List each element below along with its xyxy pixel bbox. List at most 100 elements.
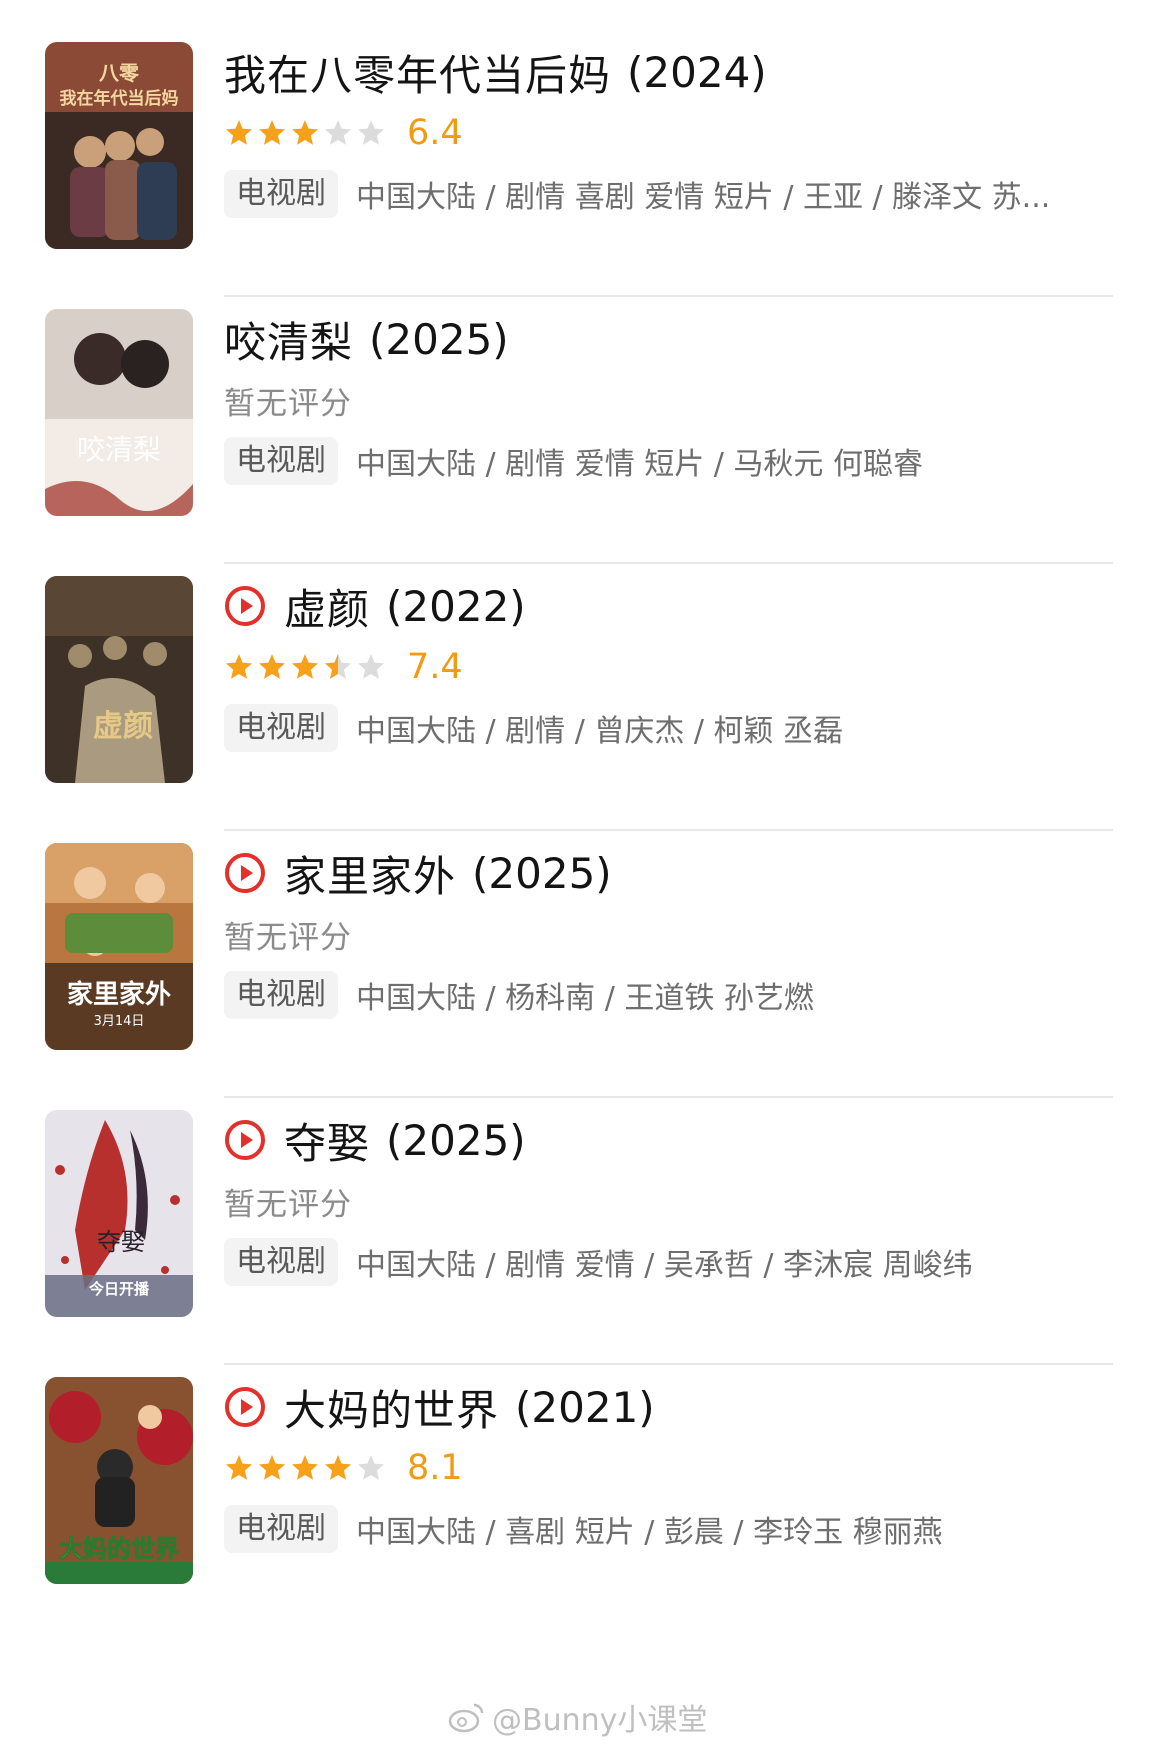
star-icon (292, 654, 318, 679)
meta-row: 电视剧 中国大陆 / 剧情 喜剧 爱情 短片 / 王亚 / 滕泽文 苏... (224, 168, 1124, 220)
poster-text: 八零 (99, 61, 140, 85)
meta-row: 电视剧 中国大陆 / 剧情 爱情 短片 / 马秋元 何聪睿 (224, 435, 1124, 487)
star-icon (226, 1455, 252, 1480)
play-icon[interactable] (224, 1119, 266, 1161)
title-row[interactable]: 家里家外 (2025) (224, 841, 612, 905)
rating-score: 7.4 (407, 647, 463, 687)
list-item[interactable]: 八零 我在年代当后妈 我在八零年代当后妈 (2024) 6.4 电视剧 中国大陆 / 剧情… (0, 0, 1170, 297)
rating-row: 7.4 (224, 644, 463, 690)
play-icon[interactable] (224, 1386, 266, 1428)
star-icon (259, 654, 285, 679)
item-year: (2025) (369, 314, 509, 364)
meta-row: 电视剧 中国大陆 / 杨科南 / 王道铁 孙艺燃 (224, 969, 1124, 1021)
item-meta: 中国大陆 / 剧情 / 曾庆杰 / 柯颖 丞磊 (356, 714, 844, 749)
poster-image: 家里家外 3月14日 (45, 843, 193, 1050)
star-icon (325, 1455, 351, 1480)
watermark: @Bunny小课堂 (448, 1695, 707, 1739)
item-meta: 中国大陆 / 杨科南 / 王道铁 孙艺燃 (356, 981, 814, 1016)
list-item[interactable]: 夺娶 今日开播 夺娶 (2025) 暂无评分电视剧 中国大陆 / 剧情 爱情 / 吴承… (0, 1068, 1170, 1365)
star-rating (224, 652, 389, 682)
item-year: (2022) (386, 581, 526, 631)
title-row[interactable]: 大妈的世界 (2021) (224, 1375, 655, 1439)
star-rating (224, 1453, 389, 1483)
poster[interactable]: 大妈的世界 (45, 1377, 193, 1584)
item-year: (2025) (386, 1115, 526, 1165)
item-meta: 中国大陆 / 剧情 爱情 / 吴承哲 / 李沐宸 周峻纬 (356, 1248, 973, 1283)
item-year: (2021) (515, 1382, 655, 1432)
poster-text: 3月14日 (94, 1014, 145, 1029)
title-row[interactable]: 虚颜 (2022) (224, 574, 526, 638)
meta-row: 电视剧 中国大陆 / 剧情 爱情 / 吴承哲 / 李沐宸 周峻纬 (224, 1236, 1124, 1288)
rating-score: 8.1 (407, 1448, 463, 1488)
type-tag: 电视剧 (224, 1238, 338, 1286)
item-title[interactable]: 大妈的世界 (284, 1377, 499, 1438)
item-year: (2025) (472, 848, 612, 898)
no-rating-label: 暂无评分 (224, 1186, 352, 1223)
no-rating-label: 暂无评分 (224, 385, 352, 422)
poster-image: 夺娶 今日开播 (45, 1110, 193, 1317)
star-icon (226, 120, 252, 145)
rating-row: 8.1 (224, 1445, 463, 1491)
rating-row: 暂无评分 (224, 377, 352, 423)
poster-text: 我在年代当后妈 (60, 88, 179, 109)
poster-text: 夺娶 (97, 1228, 145, 1256)
poster-text: 今日开播 (88, 1280, 150, 1298)
poster[interactable]: 夺娶 今日开播 (45, 1110, 193, 1317)
title-row[interactable]: 夺娶 (2025) (224, 1108, 526, 1172)
item-title[interactable]: 我在八零年代当后妈 (224, 42, 611, 103)
type-tag: 电视剧 (224, 437, 338, 485)
rating-row: 6.4 (224, 110, 463, 156)
rating-row: 暂无评分 (224, 1178, 352, 1224)
list-item[interactable]: 家里家外 3月14日 家里家外 (2025) 暂无评分电视剧 中国大陆 / 杨科南 /… (0, 801, 1170, 1098)
title-row[interactable]: 咬清梨 (2025) (224, 307, 509, 371)
item-title[interactable]: 虚颜 (284, 576, 370, 637)
star-icon (325, 120, 351, 145)
poster-text: 家里家外 (67, 979, 171, 1010)
list-item[interactable]: 虚颜 虚颜 (2022) 7.4 电视剧 中国大陆 / 剧情 / 曾庆杰 / 柯颖 丞… (0, 534, 1170, 831)
poster-image: 大妈的世界 (45, 1377, 193, 1584)
item-title[interactable]: 家里家外 (284, 843, 456, 904)
list-item[interactable]: 咬清梨 咬清梨 (2025) 暂无评分 电视剧 中国大陆 / 剧情 爱情 短片 / 马秋元… (0, 267, 1170, 564)
poster[interactable]: 咬清梨 (45, 309, 193, 516)
play-icon[interactable] (224, 852, 266, 894)
no-rating-label: 暂无评分 (224, 919, 352, 956)
item-title[interactable]: 夺娶 (284, 1110, 370, 1171)
poster[interactable]: 虚颜 (45, 576, 193, 783)
rating-score: 6.4 (407, 113, 463, 153)
meta-row: 电视剧 中国大陆 / 剧情 / 曾庆杰 / 柯颖 丞磊 (224, 702, 1124, 754)
rating-row: 暂无评分 (224, 911, 352, 957)
poster-image: 八零 我在年代当后妈 (45, 42, 193, 249)
title-row[interactable]: 我在八零年代当后妈 (2024) (224, 40, 767, 104)
item-meta: 中国大陆 / 剧情 爱情 短片 / 马秋元 何聪睿 (356, 447, 923, 482)
item-meta: 中国大陆 / 剧情 喜剧 爱情 短片 / 王亚 / 滕泽文 苏... (356, 180, 1051, 215)
item-year: (2024) (627, 47, 767, 97)
meta-row: 电视剧 中国大陆 / 喜剧 短片 / 彭晨 / 李玲玉 穆丽燕 (224, 1503, 1124, 1555)
star-icon (292, 120, 318, 145)
star-icon (325, 654, 351, 679)
star-icon (358, 654, 384, 679)
type-tag: 电视剧 (224, 971, 338, 1019)
list-item[interactable]: 大妈的世界 大妈的世界 (2021) 8.1 电视剧 中国大陆 / 喜剧 短片 / 彭晨… (0, 1335, 1170, 1632)
poster-image: 咬清梨 (45, 309, 193, 516)
star-icon (358, 1455, 384, 1480)
poster[interactable]: 家里家外 3月14日 (45, 843, 193, 1050)
poster-text: 咬清梨 (77, 433, 161, 466)
poster-text: 大妈的世界 (59, 1535, 179, 1563)
star-rating (224, 118, 389, 148)
type-tag: 电视剧 (224, 170, 338, 218)
play-icon[interactable] (224, 585, 266, 627)
item-title[interactable]: 咬清梨 (224, 309, 353, 370)
type-tag: 电视剧 (224, 1505, 338, 1553)
weibo-icon (448, 1703, 484, 1733)
star-icon (259, 120, 285, 145)
star-icon (226, 654, 252, 679)
star-icon (358, 120, 384, 145)
poster-text: 虚颜 (93, 709, 153, 744)
item-meta: 中国大陆 / 喜剧 短片 / 彭晨 / 李玲玉 穆丽燕 (356, 1515, 943, 1550)
star-icon (259, 1455, 285, 1480)
watermark-text: @Bunny小课堂 (492, 1703, 708, 1738)
star-icon (292, 1455, 318, 1480)
poster[interactable]: 八零 我在年代当后妈 (45, 42, 193, 249)
poster-image: 虚颜 (45, 576, 193, 783)
type-tag: 电视剧 (224, 704, 338, 752)
